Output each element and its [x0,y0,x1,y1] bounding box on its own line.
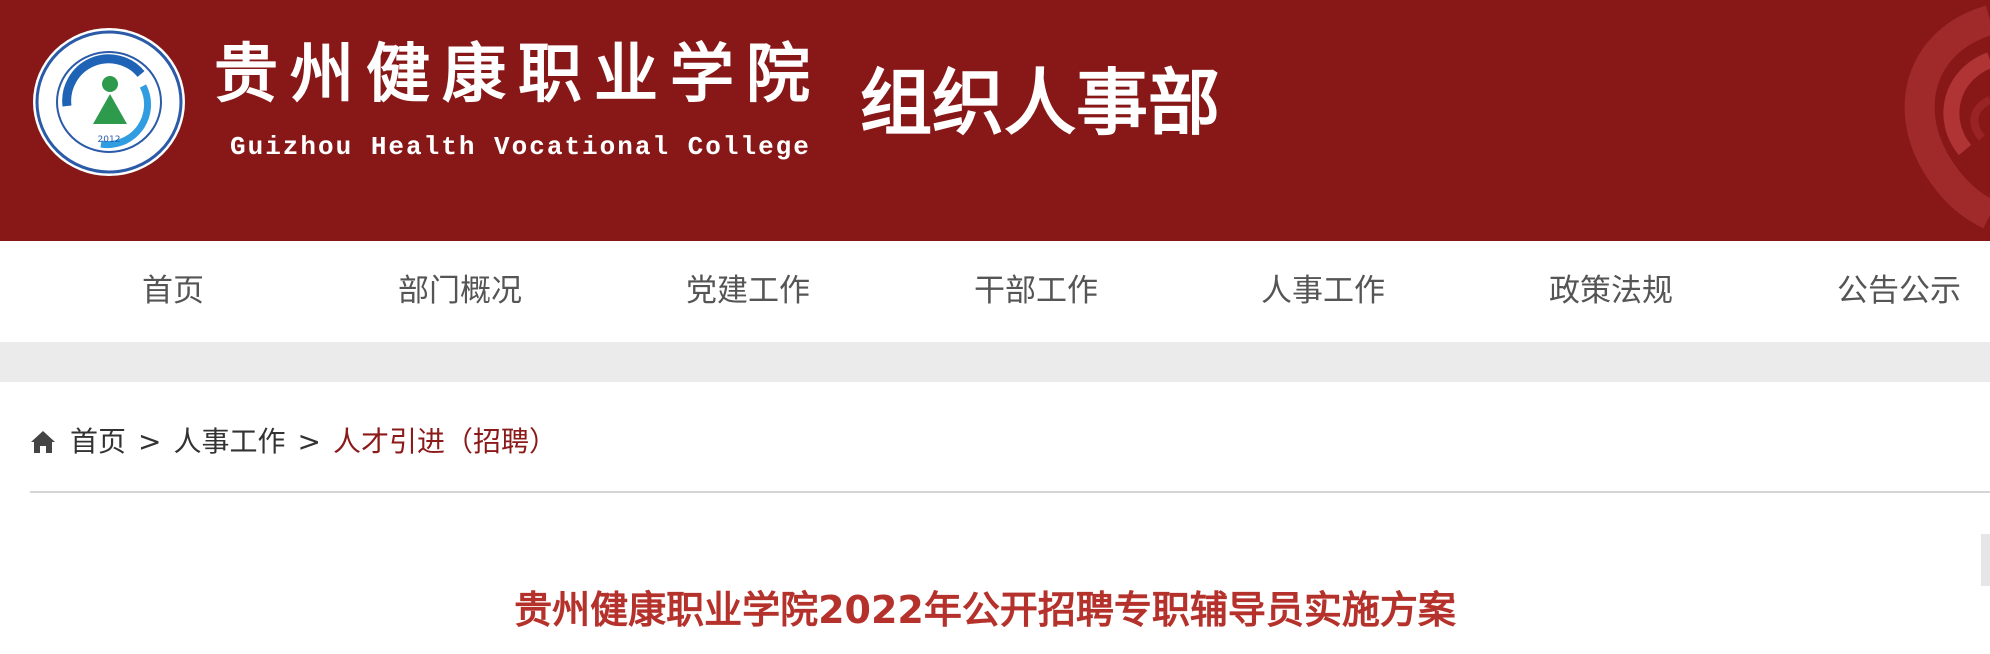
nav-item-personnel-work[interactable]: 人事工作 [1261,241,1385,342]
breadcrumb-home[interactable]: 首页 [70,420,126,464]
breadcrumb-current[interactable]: 人才引进（招聘） [333,420,557,464]
breadcrumb-divider [30,491,1990,493]
main-nav: 首页 部门概况 党建工作 干部工作 人事工作 政策法规 公告公示 [0,241,1990,342]
nav-item-policies[interactable]: 政策法规 [1549,241,1673,342]
breadcrumb-separator: > [297,425,321,458]
article-title: 贵州健康职业学院2022年公开招聘专职辅导员实施方案 [514,588,1456,632]
home-icon [31,431,55,453]
decorative-swirl-icon [1904,5,1990,229]
nav-item-party-building[interactable]: 党建工作 [686,241,810,342]
nav-item-announcements[interactable]: 公告公示 [1837,241,1961,342]
nav-item-home[interactable]: 首页 [142,241,204,342]
nav-item-department-overview[interactable]: 部门概况 [398,241,522,342]
college-logo-icon[interactable]: 2012 [31,26,187,178]
department-title: 组织人事部 [860,61,1221,145]
school-name-cn: 贵州健康职业学院 [214,37,822,112]
site-header: 2012 贵州健康职业学院 Guizhou Health Vocational … [0,0,1990,241]
breadcrumb: 首页 > 人事工作 > 人才引进（招聘） [30,420,557,464]
breadcrumb-separator: > [138,425,162,458]
nav-item-cadre-work[interactable]: 干部工作 [974,241,1098,342]
svg-text:2012: 2012 [98,135,121,145]
school-name-en: Guizhou Health Vocational College [230,132,811,162]
nav-divider-band [0,342,1990,382]
breadcrumb-personnel-work[interactable]: 人事工作 [173,420,285,464]
scrollbar-handle[interactable] [1981,534,1990,586]
